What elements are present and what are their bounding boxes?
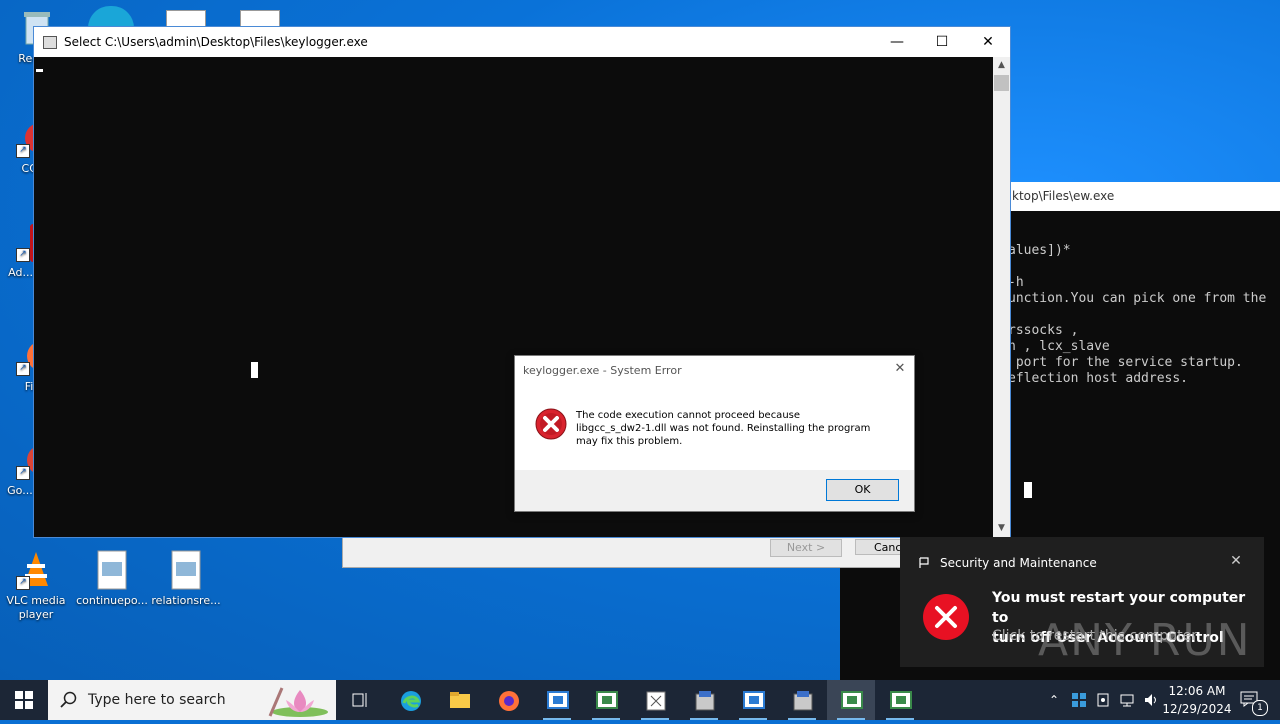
firefox-icon [498,690,519,711]
shortcut-arrow-icon: ↗ [16,466,30,480]
taskbar-edge[interactable] [386,680,434,720]
console-app-icon [43,36,57,49]
dialog-close-button[interactable]: ✕ [888,361,912,379]
taskbar-window-6[interactable] [778,680,826,720]
notification-count-badge: 1 [1252,700,1268,716]
desktop-icon-label: VLC media player [6,594,66,621]
console-line: unction.You can pick one from the [1008,291,1267,306]
desktop-icon-continuepo[interactable]: continuepo... [76,550,148,608]
show-hidden-icons-chevron-icon[interactable]: ⌃ [1044,680,1064,720]
window-title: Select C:\Users\admin\Desktop\Files\keyl… [64,35,368,49]
title-bar[interactable]: Select C:\Users\admin\Desktop\Files\keyl… [34,27,1010,57]
image-file-icon [92,550,132,590]
taskbar-window-3[interactable] [631,680,679,720]
network-icon[interactable] [1116,680,1138,720]
shortcut-arrow-icon: ↗ [16,248,30,262]
dialog-footer: OK [515,470,914,511]
console-line: rssocks , [1008,323,1079,338]
start-button[interactable] [0,680,48,720]
device-icon[interactable] [1092,680,1114,720]
windows-security-icon[interactable] [1068,680,1090,720]
app-window-icon [841,690,863,710]
toast-error-icon [922,593,970,641]
clock[interactable]: 12:06 AM 12/29/2024 [1162,682,1232,718]
error-message: The code execution cannot proceed becaus… [576,409,870,448]
notification-toast[interactable]: Security and Maintenance ✕ You must rest… [900,537,1264,667]
clock-time: 12:06 AM [1168,684,1226,698]
console-cursor [1024,482,1032,498]
installer-icon [792,690,813,711]
image-file-icon [166,550,206,590]
next-button[interactable]: Next > [770,539,842,557]
taskbar-window-4[interactable] [680,680,728,720]
task-view-icon [350,690,370,710]
windows-logo-icon [14,690,34,710]
clock-date: 12/29/2024 [1162,702,1232,716]
ok-button[interactable]: OK [826,479,899,501]
error-message-line: The code execution cannot proceed becaus… [576,410,801,421]
console-cursor [36,69,43,72]
console-line: eflection host address. [1008,371,1189,386]
action-center-button[interactable]: 1 [1234,680,1274,720]
search-icon [60,691,78,709]
scrollbar-thumb[interactable] [994,75,1009,91]
taskbar-window-8[interactable] [876,680,924,720]
folder-icon [449,690,470,710]
minimize-button[interactable]: — [874,27,920,57]
taskbar-search-box[interactable]: Type here to search [48,680,336,720]
error-icon [535,408,567,440]
console-line: alues])* [1008,243,1071,258]
volume-icon[interactable] [1140,680,1162,720]
taskbar-firefox[interactable] [484,680,532,720]
maximize-button[interactable]: ☐ [919,27,965,57]
desktop-icon-label: continuepo... [76,594,148,607]
mouse-text-cursor [251,362,258,378]
edge-desktop-icon[interactable] [88,6,134,28]
shortcut-arrow-icon: ↗ [16,362,30,376]
system-error-dialog[interactable]: keylogger.exe - System Error ✕ The code … [514,355,915,512]
app-window-icon [743,690,765,710]
scroll-down-arrow-icon[interactable]: ▼ [993,520,1010,537]
desktop-icon-vlc[interactable]: ↗ VLC media player [0,550,72,622]
search-placeholder: Type here to search [88,692,226,708]
error-message-line: may fix this problem. [576,436,683,447]
console-line: n , lcx_slave [1008,339,1110,354]
app-window-icon [596,690,618,710]
taskbar-window-2[interactable] [582,680,630,720]
certificate-app-icon [645,690,666,711]
installer-icon [694,690,715,711]
task-view-button[interactable] [336,680,384,720]
close-button[interactable]: ✕ [965,27,1011,57]
toast-close-button[interactable]: ✕ [1226,553,1246,573]
lotus-flower-icon [260,682,332,718]
app-window-icon [547,690,569,710]
taskbar-window-5[interactable] [729,680,777,720]
dialog-title: keylogger.exe - System Error [523,364,682,377]
background-console-title: ktop\Files\ew.exe [1012,189,1115,203]
taskbar-window-1[interactable] [533,680,581,720]
anyrun-watermark: ANY RUN [1038,615,1252,666]
vlc-cone-icon: ↗ [16,550,56,590]
error-message-line: libgcc_s_dw2-1.dll was not found. Reinst… [576,423,871,434]
app-window-icon [890,690,912,710]
console-line: port for the service startup. [1008,355,1243,370]
desktop-icon-label: relationsre... [151,594,221,607]
vertical-scrollbar[interactable]: ▲ ▼ [993,57,1010,537]
taskbar: Type here to search ⌃ 12:06 AM 12/29/202… [0,680,1280,720]
edge-icon [400,690,421,711]
toast-app-name: Security and Maintenance [940,556,1097,570]
taskbar-window-7[interactable] [827,680,875,720]
desktop-icon-relationsre[interactable]: relationsre... [150,550,222,608]
shortcut-arrow-icon: ↗ [16,576,30,590]
shortcut-arrow-icon: ↗ [16,144,30,158]
security-flag-icon [918,557,930,569]
scroll-up-arrow-icon[interactable]: ▲ [993,57,1010,74]
taskbar-file-explorer[interactable] [435,680,483,720]
